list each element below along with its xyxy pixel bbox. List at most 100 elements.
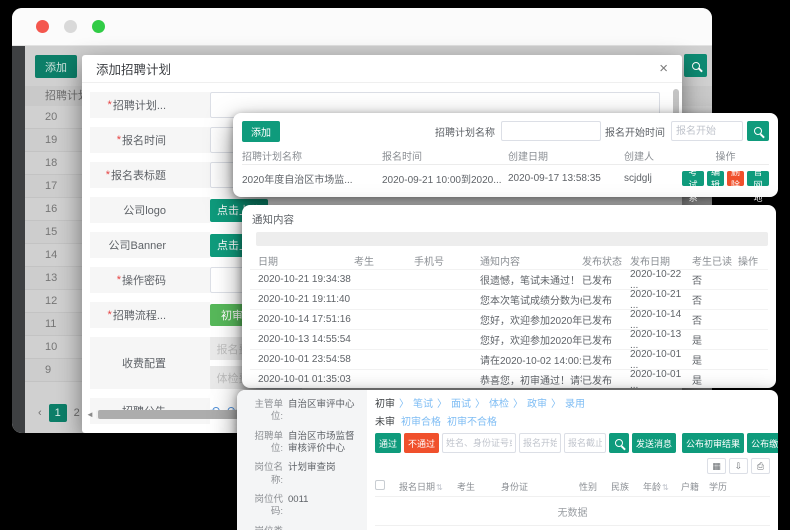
column-header: 报名时间 — [382, 148, 508, 163]
select-all-checkbox[interactable] — [375, 480, 385, 490]
notice-content-cell: 您好，欢迎参加2020年度自治区市场... — [480, 312, 582, 327]
notice-table-header: 日期 考生 手机号 通知内容 发布状态 发布日期 考生已读 操作 — [250, 251, 768, 269]
audit-main-area: 初审 〉 笔试 〉 面试 〉 体检 〉 政审 〉 录用 未审 初审合格 初审不合… — [367, 390, 778, 530]
column-header: 身份证 — [501, 480, 579, 493]
breadcrumb-separator: 〉 — [437, 395, 447, 410]
audit-search-button[interactable] — [609, 433, 629, 453]
info-label: 岗位名称: — [243, 462, 283, 487]
publish-date-cell: 2020-10-01 ... — [630, 349, 692, 371]
publish-date-cell: 2020-10-14 ... — [630, 309, 692, 331]
publish-date-cell: 2020-10-21 ... — [630, 289, 692, 311]
field-label: 招聘计划... — [113, 97, 166, 113]
required-mark: * — [106, 169, 110, 181]
filter-passed[interactable]: 初审合格 — [401, 413, 441, 428]
plan-name-search-input[interactable] — [501, 121, 601, 141]
info-value — [283, 526, 361, 530]
notice-panel-title: 通知内容 — [252, 212, 768, 227]
reject-button[interactable]: 不通过 — [404, 433, 439, 453]
signup-time-cell: 2020-09-21 10:00到2020... — [382, 171, 508, 186]
scroll-left-icon[interactable]: ◄ — [86, 410, 96, 419]
sort-icon[interactable]: ⇅ — [662, 483, 669, 492]
signup-start-input[interactable] — [671, 121, 743, 141]
page-1-button[interactable]: 1 — [49, 404, 67, 422]
column-header: 日期 — [258, 253, 354, 268]
signup-start-label: 报名开始时间 — [605, 124, 665, 139]
view-site-button[interactable]: 查看官网地址 — [747, 171, 769, 186]
audit-panel: 主管单位: 自治区审评中心 招聘单位: 自治区市场监督审核评价中心 岗位名称: … — [237, 390, 778, 530]
read-cell: 否 — [692, 272, 738, 287]
signup-end-input[interactable] — [564, 433, 606, 453]
table-row: 2020年度自治区市场监... 2020-09-21 10:00到2020...… — [242, 165, 769, 191]
candidate-search-input[interactable] — [442, 433, 516, 453]
process-breadcrumb: 初审 〉 笔试 〉 面试 〉 体检 〉 政审 〉 录用 — [375, 395, 770, 410]
notice-content-cell: 恭喜您，初审通过！请等待进一步通知 — [480, 372, 582, 387]
collapsed-sidebar — [12, 46, 25, 433]
column-header: 发布状态 — [582, 253, 630, 268]
column-header: 年龄⇅ — [643, 480, 681, 493]
info-label: 岗位类 — [243, 526, 283, 530]
sort-icon[interactable]: ⇅ — [436, 483, 443, 492]
background-search-button[interactable] — [684, 54, 707, 77]
close-window-icon[interactable] — [36, 20, 49, 33]
step-physical[interactable]: 体检 — [489, 395, 509, 410]
step-first-review[interactable]: 初审 — [375, 395, 395, 410]
close-icon[interactable]: × — [659, 61, 668, 76]
edit-button[interactable]: 编辑 — [707, 171, 724, 186]
delete-button[interactable]: 删除 — [727, 171, 744, 186]
prev-page-icon[interactable]: ‹ — [38, 407, 42, 419]
column-header: 操作 — [738, 253, 768, 268]
audit-controls: 通过 不通过 发送消息 公布初审结果 公布缴费通知 — [375, 433, 770, 453]
maximize-window-icon[interactable] — [92, 20, 105, 33]
send-message-button[interactable]: 发送消息 — [632, 433, 676, 453]
table-tools: ▦ ⇩ ⎙ — [375, 458, 770, 474]
breadcrumb-separator: 〉 — [513, 395, 523, 410]
breadcrumb-separator: 〉 — [399, 395, 409, 410]
step-political-review[interactable]: 政审 — [527, 395, 547, 410]
read-cell: 否 — [692, 292, 738, 307]
column-header: 招聘计划名称 — [242, 148, 382, 163]
column-header: 创建日期 — [508, 148, 624, 163]
filter-failed[interactable]: 初审不合格 — [447, 413, 497, 428]
column-header: 考生 — [457, 480, 501, 493]
export-icon[interactable]: ⇩ — [729, 458, 748, 474]
read-cell: 否 — [692, 312, 738, 327]
print-icon[interactable]: ⎙ — [751, 458, 770, 474]
info-entry: 岗位代码: 0011 — [243, 494, 361, 519]
configure-exam-button[interactable]: 配置考试系统 — [682, 171, 704, 186]
window-titlebar — [12, 8, 712, 46]
field-label: 公司Banner — [109, 237, 166, 253]
pagination: ‹ 1 2 — [38, 404, 80, 422]
filter-unreviewed[interactable]: 未审 — [375, 413, 395, 428]
pass-button[interactable]: 通过 — [375, 433, 401, 453]
signup-start-input[interactable] — [519, 433, 561, 453]
position-info-sidebar: 主管单位: 自治区审评中心 招聘单位: 自治区市场监督审核评价中心 岗位名称: … — [237, 390, 367, 530]
breadcrumb-separator: 〉 — [475, 395, 485, 410]
add-plan-button[interactable]: 添加 — [242, 121, 280, 142]
publish-audit-result-button[interactable]: 公布初审结果 — [682, 433, 744, 453]
required-mark: * — [108, 309, 112, 321]
date-cell: 2020-10-01 01:35:03 — [258, 374, 354, 385]
column-header: 手机号 — [414, 253, 480, 268]
info-label: 招聘单位: — [243, 431, 283, 456]
status-cell: 已发布 — [582, 292, 630, 307]
columns-icon[interactable]: ▦ — [707, 458, 726, 474]
minimize-window-icon[interactable] — [64, 20, 77, 33]
step-interview[interactable]: 面试 — [451, 395, 471, 410]
info-entry: 岗位名称: 计划审查岗 — [243, 462, 361, 487]
info-value: 计划审查岗 — [283, 462, 361, 487]
creator-cell: scjdglj — [624, 173, 682, 184]
notice-content-cell: 请在2020-10-02 14:00:00到2020-10-... — [480, 352, 582, 367]
plan-search-button[interactable] — [747, 121, 769, 141]
background-add-button[interactable]: 添加 — [35, 55, 77, 78]
date-cell: 2020-10-21 19:34:38 — [258, 274, 354, 285]
table-row: 2020-10-21 19:34:38 很遗憾，笔试未通过！ 已发布 2020-… — [250, 269, 768, 289]
publish-payment-notice-button[interactable]: 公布缴费通知 — [747, 433, 778, 453]
notice-content-cell: 很遗憾，笔试未通过！ — [480, 272, 582, 287]
step-written-exam[interactable]: 笔试 — [413, 395, 433, 410]
step-hired[interactable]: 录用 — [565, 395, 585, 410]
date-cell: 2020-10-21 19:11:40 — [258, 294, 354, 305]
notice-content-cell: 您本次笔试成绩分数为66.52分 — [480, 292, 582, 307]
page-2-button[interactable]: 2 — [74, 407, 80, 419]
date-cell: 2020-10-01 23:54:58 — [258, 354, 354, 365]
field-label: 操作密码 — [122, 272, 166, 288]
